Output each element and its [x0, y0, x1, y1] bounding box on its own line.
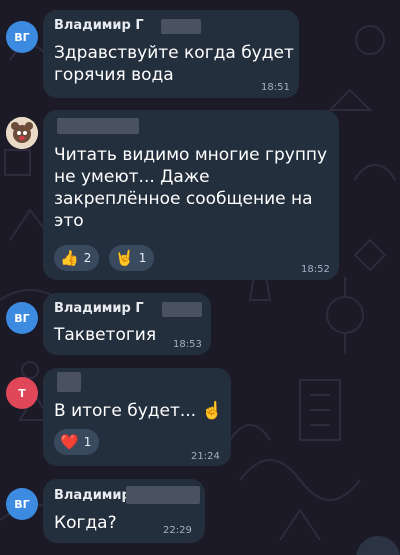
message-text: Здравствуйте когда будет горячия вода	[54, 43, 294, 85]
message-text: Такветогия	[54, 325, 157, 345]
avatar-initials: ВГ	[14, 497, 30, 511]
message-time: 22:29	[163, 525, 192, 536]
hidden-sender-name-blur	[57, 118, 139, 134]
sender-avatar[interactable]	[6, 117, 38, 149]
reaction-thumbs-up[interactable]: 👍 2	[54, 245, 100, 271]
sender-avatar[interactable]: ВГ	[6, 21, 38, 53]
user-photo-avatar-icon	[6, 117, 38, 149]
message-bubble[interactable]: Читать видимо многие группу не умеют... …	[43, 110, 339, 280]
sender-name[interactable]: Владимир Г	[54, 301, 144, 316]
sender-avatar[interactable]: ВГ	[6, 488, 38, 520]
sender-name[interactable]: Владимир Г	[54, 18, 144, 33]
hidden-sender-name-blur	[57, 372, 81, 392]
thumbs-up-icon: 👍	[60, 248, 79, 267]
reaction-count: 2	[83, 251, 92, 265]
hidden-surname-blur	[162, 302, 202, 317]
avatar-initials: ВГ	[14, 30, 30, 44]
rock-hand-icon: 🤘	[115, 248, 134, 267]
hidden-surname-blur	[161, 19, 201, 34]
message-text: Читать видимо многие группу не умеют... …	[54, 145, 328, 231]
heart-icon: ❤️	[60, 432, 79, 451]
reaction-count: 1	[83, 435, 92, 449]
message-time: 18:51	[261, 82, 290, 93]
message-bubble[interactable]: В итоге будет... ☝️ ❤️ 1 21:24	[43, 368, 231, 466]
reaction-rock-hand[interactable]: 🤘 1	[109, 245, 155, 271]
message-text: В итоге будет... ☝️	[54, 401, 223, 421]
sender-avatar[interactable]: ВГ	[6, 302, 38, 334]
avatar-initials: ВГ	[14, 311, 30, 325]
message-bubble[interactable]: Владимир Г Такветогия 18:53	[43, 293, 211, 355]
sender-avatar[interactable]: Т	[6, 377, 38, 409]
hidden-surname-blur	[126, 486, 200, 504]
message-time: 18:53	[173, 339, 202, 350]
message-time: 18:52	[301, 264, 330, 275]
reaction-count: 1	[138, 251, 147, 265]
message-time: 21:24	[191, 451, 220, 462]
sender-name[interactable]: Владимир	[54, 488, 131, 503]
message-text: Когда?	[54, 513, 117, 533]
message-bubble[interactable]: Владимир Когда? 22:29	[43, 479, 205, 543]
message-bubble[interactable]: Владимир Г Здравствуйте когда будет горя…	[43, 10, 299, 98]
avatar-initials: Т	[18, 386, 26, 400]
reaction-heart[interactable]: ❤️ 1	[54, 429, 100, 455]
